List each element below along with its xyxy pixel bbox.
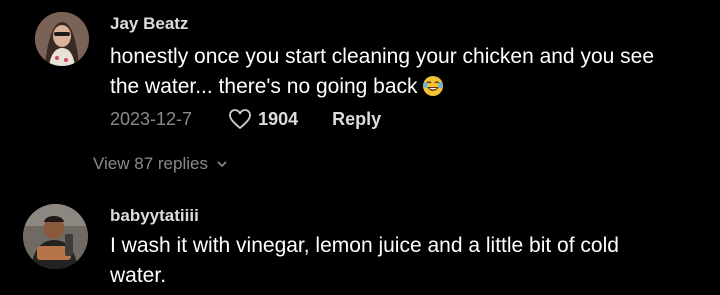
comment-text-line: water. xyxy=(110,264,167,287)
comment-text-line: I wash it with vinegar, lemon juice and … xyxy=(110,234,619,257)
chevron-down-icon xyxy=(217,160,227,167)
avatar-image xyxy=(23,204,88,269)
comment-text-line: the water... there's no going back xyxy=(110,75,418,98)
like-button[interactable]: 1904 xyxy=(228,108,298,130)
comment-text: I wash it with vinegar, lemon juice and … xyxy=(110,231,700,291)
comment-text-line-wrapper: the water... there's no going back xyxy=(110,72,700,106)
like-count: 1904 xyxy=(258,108,299,129)
comment-item: babyytatiiii I wash it with vinegar, lem… xyxy=(0,196,720,295)
comment-date: 2023-12-7 xyxy=(110,108,193,129)
view-replies-button[interactable]: View 87 replies xyxy=(93,154,227,174)
comment-item: Jay Beatz honestly once you start cleani… xyxy=(0,0,720,173)
heart-outline-icon xyxy=(229,109,251,129)
username[interactable]: Jay Beatz xyxy=(110,14,188,34)
comment-text: honestly once you start cleaning your ch… xyxy=(110,42,700,106)
comment-meta: 2023-12-7 1904 Reply xyxy=(110,108,381,130)
avatar[interactable] xyxy=(35,12,89,66)
comment-text-line: honestly once you start cleaning your ch… xyxy=(110,45,655,68)
view-replies-label: View 87 replies xyxy=(93,154,208,173)
reply-button[interactable]: Reply xyxy=(332,109,381,130)
username[interactable]: babyytatiiii xyxy=(110,206,199,226)
laughing-emoji-icon xyxy=(422,75,444,106)
avatar-image xyxy=(35,12,89,66)
avatar[interactable] xyxy=(23,204,88,269)
